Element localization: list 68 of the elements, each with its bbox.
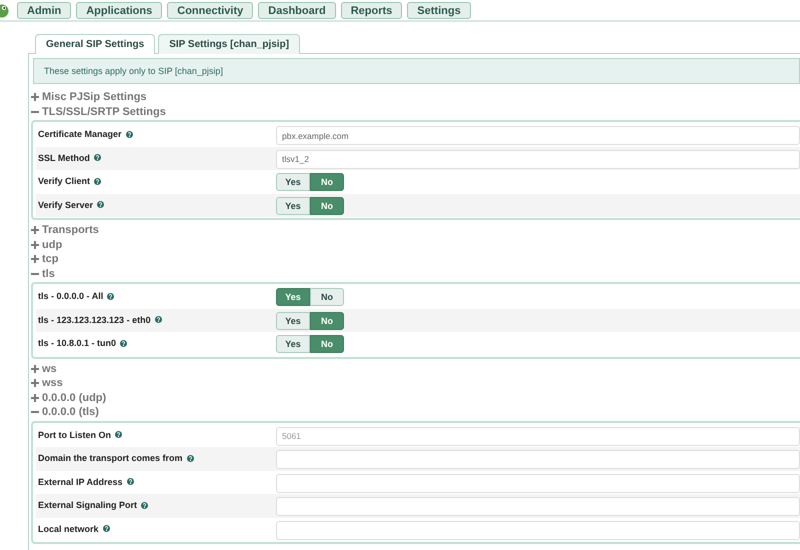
logo-icon xyxy=(0,4,9,18)
text-input[interactable] xyxy=(276,520,800,540)
toggle-option[interactable]: Yes xyxy=(276,288,310,306)
toggle-option[interactable]: Yes xyxy=(276,312,310,330)
help-icon[interactable] xyxy=(186,454,194,462)
help-icon[interactable] xyxy=(154,316,162,323)
toggle-option[interactable]: Yes xyxy=(276,173,310,191)
text-input[interactable] xyxy=(276,450,800,469)
section-header[interactable]: wss xyxy=(42,377,63,390)
text-input[interactable]: pbx.example.com xyxy=(276,126,800,145)
tab[interactable]: SIP Settings [chan_pjsip] xyxy=(158,34,300,54)
nav-button[interactable]: Settings xyxy=(407,2,471,19)
section-header[interactable]: Misc PJSip Settings xyxy=(42,91,147,104)
nav-button[interactable]: Admin xyxy=(17,2,72,19)
section-header[interactable]: tls xyxy=(42,268,55,280)
help-icon[interactable] xyxy=(97,201,104,208)
toggle-option[interactable]: No xyxy=(310,288,344,306)
section-header[interactable]: udp xyxy=(42,238,62,251)
section-header[interactable]: TLS/SSL/SRTP Settings xyxy=(42,106,166,118)
help-icon[interactable] xyxy=(102,525,110,532)
toggle-option[interactable]: Yes xyxy=(276,196,310,214)
help-icon[interactable] xyxy=(94,154,101,161)
toggle-option[interactable]: Yes xyxy=(276,335,310,353)
nav-button[interactable]: Connectivity xyxy=(167,2,254,19)
text-input[interactable] xyxy=(276,497,800,516)
section-header[interactable]: ws xyxy=(42,362,57,375)
nav-button[interactable]: Applications xyxy=(76,2,162,19)
help-icon[interactable] xyxy=(107,292,114,300)
help-icon[interactable] xyxy=(126,130,133,138)
plus-icon[interactable] xyxy=(31,364,39,373)
plus-icon[interactable] xyxy=(31,240,39,249)
field-label: Local network xyxy=(38,524,99,534)
tab[interactable]: General SIP Settings xyxy=(35,34,156,54)
toggle-option[interactable]: No xyxy=(310,335,344,353)
plus-icon[interactable] xyxy=(31,93,39,102)
plus-icon[interactable] xyxy=(31,226,39,234)
plus-icon[interactable] xyxy=(31,394,39,402)
toggle-option[interactable]: No xyxy=(310,312,344,330)
text-input[interactable]: 5061 xyxy=(276,426,800,446)
section-header[interactable]: tcp xyxy=(42,253,58,266)
field-label: SSL Method xyxy=(38,152,90,162)
help-icon[interactable] xyxy=(115,431,122,438)
text-input[interactable]: tlsv1_2 xyxy=(276,150,800,168)
section-header[interactable]: 0.0.0.0 (tls) xyxy=(42,406,99,418)
plus-icon[interactable] xyxy=(31,379,39,388)
field-label: Verify Server xyxy=(38,200,94,210)
field-label: tls - 10.8.0.1 - tun0 xyxy=(38,338,116,348)
section-header[interactable]: 0.0.0.0 (udp) xyxy=(42,392,106,404)
field-label: Domain the transport comes from xyxy=(38,453,183,463)
field-label: Verify Client xyxy=(38,176,90,186)
plus-icon[interactable] xyxy=(31,255,39,264)
toggle-option[interactable]: No xyxy=(310,173,344,191)
field-label: Certificate Manager xyxy=(38,129,122,139)
help-icon[interactable] xyxy=(120,340,128,346)
field-label: tls - 0.0.0.0 - All xyxy=(38,291,104,301)
help-icon[interactable] xyxy=(141,502,148,508)
help-icon[interactable] xyxy=(126,478,134,485)
nav-button[interactable]: Reports xyxy=(340,2,402,19)
field-label: External IP Address xyxy=(38,476,123,486)
help-icon[interactable] xyxy=(94,178,102,184)
toggle-option[interactable]: No xyxy=(310,196,344,214)
text-input[interactable] xyxy=(276,474,800,492)
info-notice: These settings apply only to SIP [chan_pjsip] xyxy=(33,58,800,84)
field-label: Port to Listen On xyxy=(38,430,111,440)
field-label: External Signaling Port xyxy=(38,500,138,510)
section-header[interactable]: Transports xyxy=(42,224,99,236)
field-label: tls - 123.123.123.123 - eth0 xyxy=(38,314,151,324)
nav-button[interactable]: Dashboard xyxy=(258,2,336,19)
